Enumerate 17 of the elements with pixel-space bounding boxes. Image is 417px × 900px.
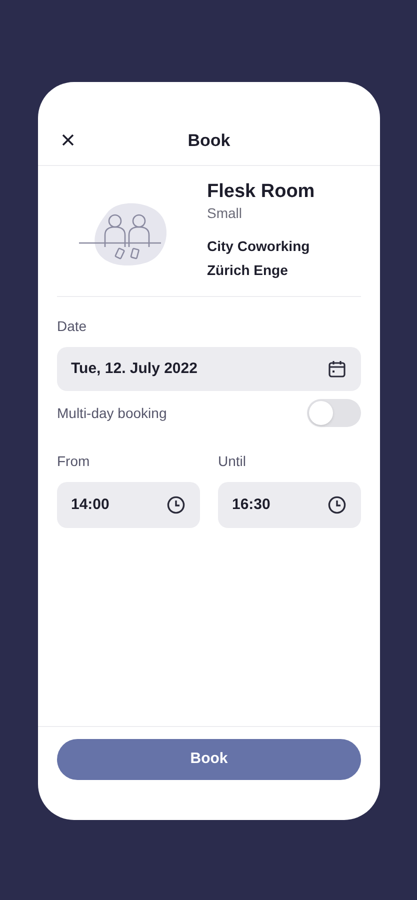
book-button[interactable]: Book (57, 739, 361, 780)
calendar-icon (327, 359, 347, 379)
clock-icon (327, 495, 347, 515)
time-field[interactable]: 14:00 (57, 482, 200, 528)
multi-day-toggle[interactable] (307, 399, 361, 427)
room-size: Small (207, 204, 244, 224)
time-label: From (57, 452, 91, 471)
date-field[interactable]: Tue, 12. July 2022 (57, 347, 361, 391)
multi-day-label: Multi-day booking (57, 404, 167, 423)
date-label: Date (57, 317, 88, 336)
window-title: Book (188, 130, 230, 152)
time-field[interactable]: 16:30 (218, 482, 361, 528)
time-label: Until (218, 452, 248, 471)
clock-icon (166, 495, 186, 515)
room-name: Flesk Room (207, 180, 315, 204)
room-location: Zürich Enge (207, 261, 289, 280)
room-location: City Coworking (207, 237, 311, 256)
